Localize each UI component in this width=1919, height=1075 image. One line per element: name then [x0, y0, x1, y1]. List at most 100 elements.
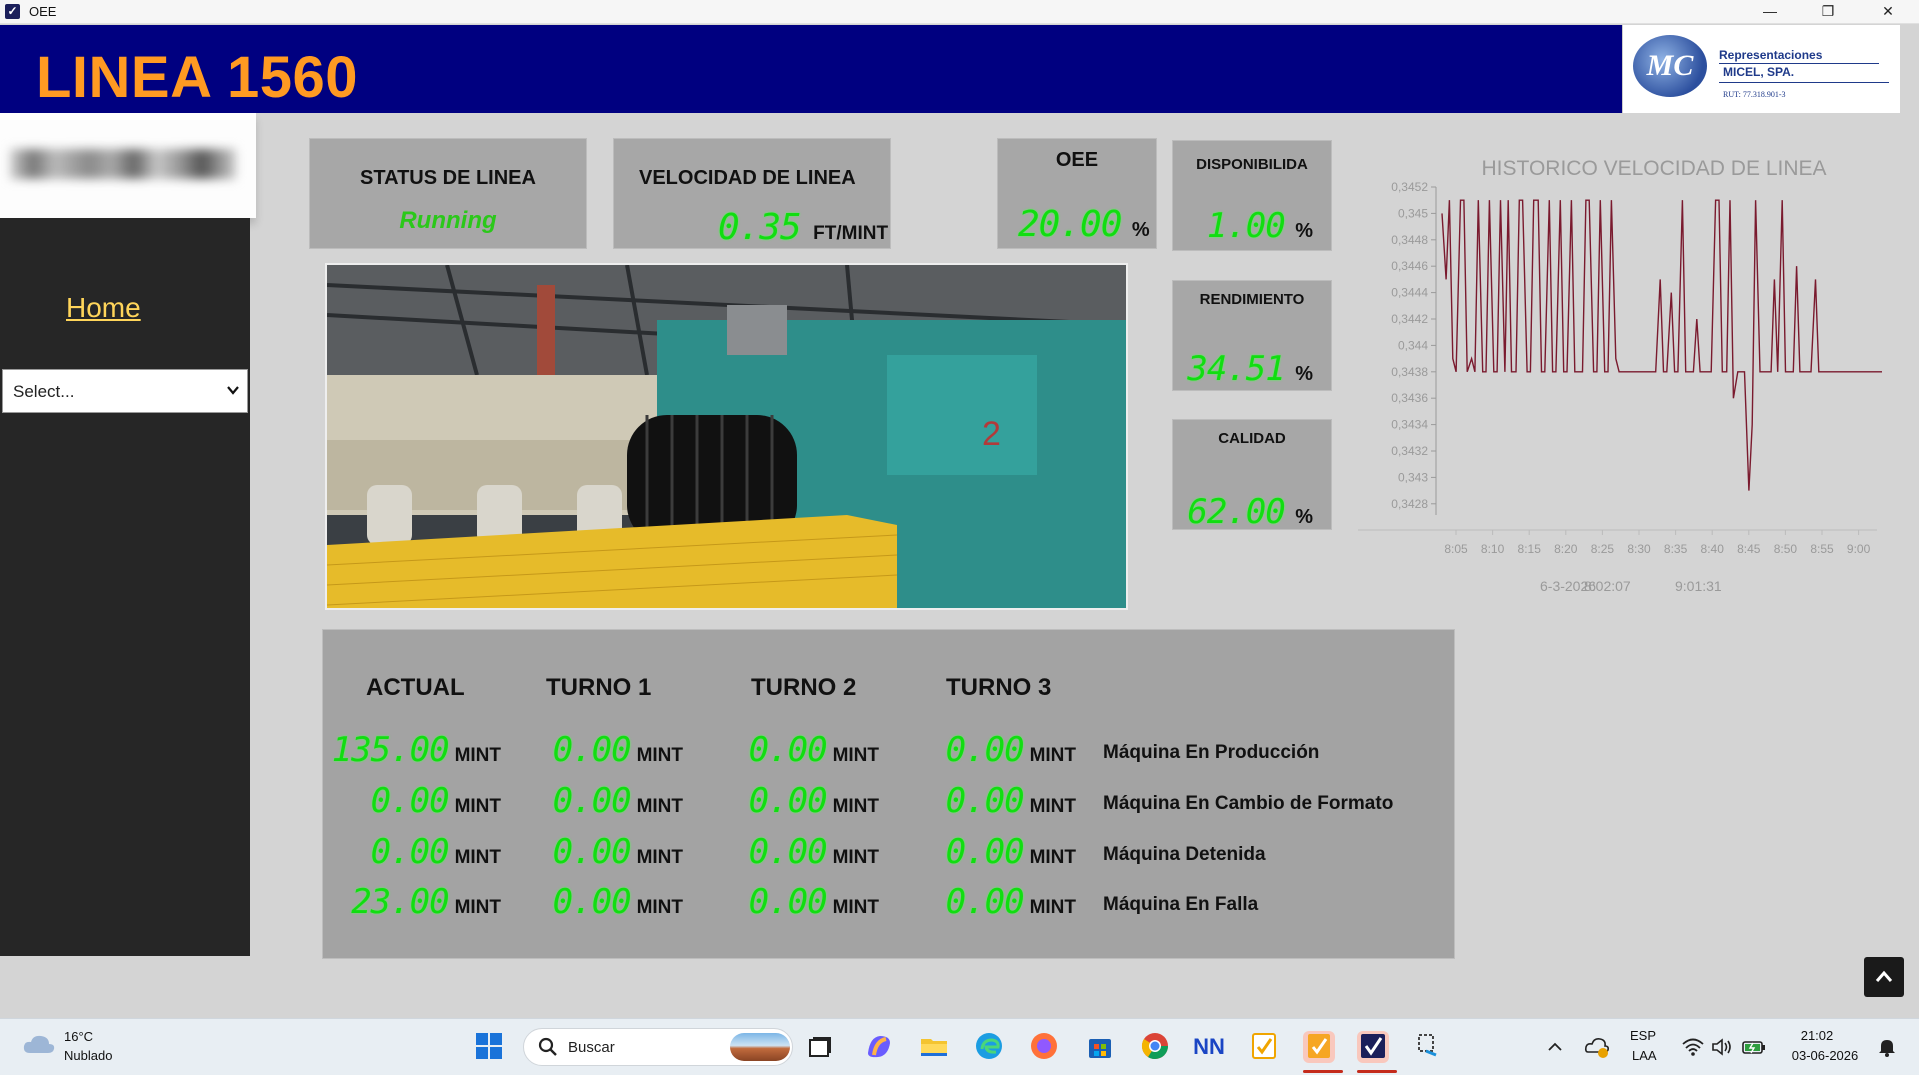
copilot-icon[interactable] — [863, 1031, 895, 1063]
quality-panel: CALIDAD 62.00 % — [1172, 419, 1332, 532]
task-view-icon[interactable] — [805, 1031, 837, 1063]
language-code[interactable]: ESP — [1630, 1028, 1656, 1043]
y-tick-label: 0,3428 — [1391, 497, 1428, 511]
quality-value: 62.00 — [1187, 492, 1285, 532]
page-title: LINEA 1560 — [36, 45, 358, 110]
window-titlebar: OEE — ❐ ✕ — [0, 0, 1919, 24]
wifi-icon[interactable] — [1681, 1031, 1705, 1063]
table-cell: 0.00 MINT — [321, 781, 501, 821]
edge-icon[interactable] — [973, 1031, 1005, 1063]
weather-condition[interactable]: Nublado — [64, 1048, 112, 1063]
oee-panel: OEE 20.00 % — [997, 138, 1157, 249]
store-icon[interactable] — [1084, 1031, 1116, 1063]
performance-label: RENDIMIENTO — [1199, 291, 1305, 308]
table-cell: 0.00 MINT — [503, 781, 683, 821]
oee-label: OEE — [1055, 149, 1099, 171]
close-button[interactable]: ✕ — [1865, 0, 1911, 24]
oee-unit: % — [1131, 219, 1150, 241]
cloud-icon — [23, 1035, 55, 1053]
start-icon[interactable] — [473, 1031, 505, 1063]
cell-unit: MINT — [832, 847, 879, 868]
notes-app-icon[interactable] — [1248, 1031, 1280, 1063]
active-indicator-1 — [1303, 1070, 1343, 1073]
minimize-button[interactable]: — — [1747, 0, 1793, 24]
cell-unit: MINT — [832, 745, 879, 766]
cell-unit: MINT — [1029, 897, 1076, 918]
x-tick-label: 8:10 — [1481, 542, 1505, 556]
tray-app-icon[interactable] — [1413, 1031, 1443, 1063]
table-cell: 0.00 MINT — [896, 781, 1076, 821]
table-cell: 23.00 MINT — [321, 882, 501, 922]
cell-unit: MINT — [832, 796, 879, 817]
y-tick-label: 0,3442 — [1391, 312, 1428, 326]
machine-photo: 2 — [325, 263, 1128, 610]
taskbar-search[interactable]: Buscar — [523, 1028, 793, 1066]
company-logo: MC Representaciones MICEL, SPA. RUT: 77.… — [1622, 25, 1900, 113]
firefox-icon[interactable] — [1028, 1031, 1060, 1063]
cell-value: 0.00 — [552, 781, 632, 821]
speed-history-chart: HISTORICO VELOCIDAD DE LINEA 0,3452 0,345… — [1352, 145, 1892, 605]
y-tick-label: 0,3448 — [1391, 233, 1428, 247]
cell-value: 0.00 — [370, 832, 450, 872]
table-cell: 0.00 MINT — [503, 882, 683, 922]
shift-table: ACTUAL TURNO 1 TURNO 2 TURNO 3 135.00 MIN… — [322, 629, 1455, 959]
logo-text-1: Representaciones — [1719, 48, 1823, 62]
oee-app-icon[interactable] — [1357, 1031, 1389, 1063]
quality-unit: % — [1295, 506, 1313, 528]
y-tick-label: 0,3434 — [1391, 418, 1428, 432]
y-tick-label: 0,3432 — [1391, 444, 1428, 458]
table-cell: 135.00 MINT — [321, 730, 501, 770]
table-cell: 0.00 MINT — [699, 832, 879, 872]
notification-icon[interactable] — [1874, 1031, 1900, 1063]
weather-temp[interactable]: 16°C — [64, 1029, 93, 1044]
cell-value: 23.00 — [351, 882, 449, 922]
cell-value: 0.00 — [748, 730, 828, 770]
header-bar: LINEA 1560 — [0, 25, 1622, 113]
x-tick-label: 8:05 — [1444, 542, 1468, 556]
cell-unit: MINT — [1029, 796, 1076, 817]
file-explorer-icon[interactable] — [918, 1031, 950, 1063]
cell-value: 135.00 — [331, 730, 450, 770]
y-tick-label: 0,3438 — [1391, 365, 1428, 379]
battery-charging-icon[interactable] — [1740, 1031, 1768, 1063]
logo-text-2: MICEL, SPA. — [1723, 65, 1795, 79]
chevron-up-icon[interactable] — [1541, 1031, 1569, 1063]
cell-value: 0.00 — [552, 730, 632, 770]
performance-value: 34.51 — [1187, 349, 1285, 389]
x-tick-label: 8:20 — [1554, 542, 1578, 556]
active-indicator-2 — [1357, 1070, 1397, 1073]
availability-value: 1.00 — [1206, 206, 1286, 246]
x-tick-label: 8:45 — [1737, 542, 1761, 556]
clock-date[interactable]: 03-06-2026 — [1785, 1048, 1865, 1063]
line-select[interactable]: Select... — [2, 369, 248, 413]
cell-value: 0.00 — [748, 832, 828, 872]
keyboard-layout[interactable]: LAA — [1632, 1048, 1657, 1063]
restore-button[interactable]: ❐ — [1805, 0, 1851, 24]
col-header-turno2: TURNO 2 — [751, 674, 857, 701]
clock-time[interactable]: 21:02 — [1792, 1028, 1842, 1043]
active-app-1-icon[interactable] — [1303, 1031, 1335, 1063]
scroll-top-button[interactable] — [1864, 957, 1904, 997]
cell-value: 0.00 — [370, 781, 450, 821]
cell-unit: MINT — [1029, 847, 1076, 868]
availability-label: DISPONIBILIDA — [1196, 156, 1308, 173]
table-cell: 0.00 MINT — [503, 730, 683, 770]
x-tick-label: 8:55 — [1810, 542, 1834, 556]
table-cell: 0.00 MINT — [896, 832, 1076, 872]
app-icon — [5, 4, 20, 19]
table-cell: 0.00 MINT — [699, 730, 879, 770]
table-cell: 0.00 MINT — [699, 781, 879, 821]
blurred-content — [10, 149, 236, 179]
speed-label: VELOCIDAD DE LINEA — [639, 167, 856, 189]
chrome-icon[interactable] — [1139, 1031, 1171, 1063]
logo-rule-2 — [1719, 82, 1889, 83]
home-link[interactable]: Home — [66, 292, 141, 324]
onedrive-warning-icon[interactable] — [1582, 1031, 1612, 1063]
chart-svg: HISTORICO VELOCIDAD DE LINEA 0,3452 0,345… — [1358, 157, 1882, 594]
chevron-down-icon — [225, 382, 241, 401]
x-tick-label: 8:40 — [1701, 542, 1725, 556]
chart-title: HISTORICO VELOCIDAD DE LINEA — [1481, 157, 1826, 180]
cell-unit: MINT — [636, 745, 683, 766]
nn-app-icon[interactable]: NN — [1193, 1031, 1225, 1063]
volume-icon[interactable] — [1710, 1031, 1734, 1063]
